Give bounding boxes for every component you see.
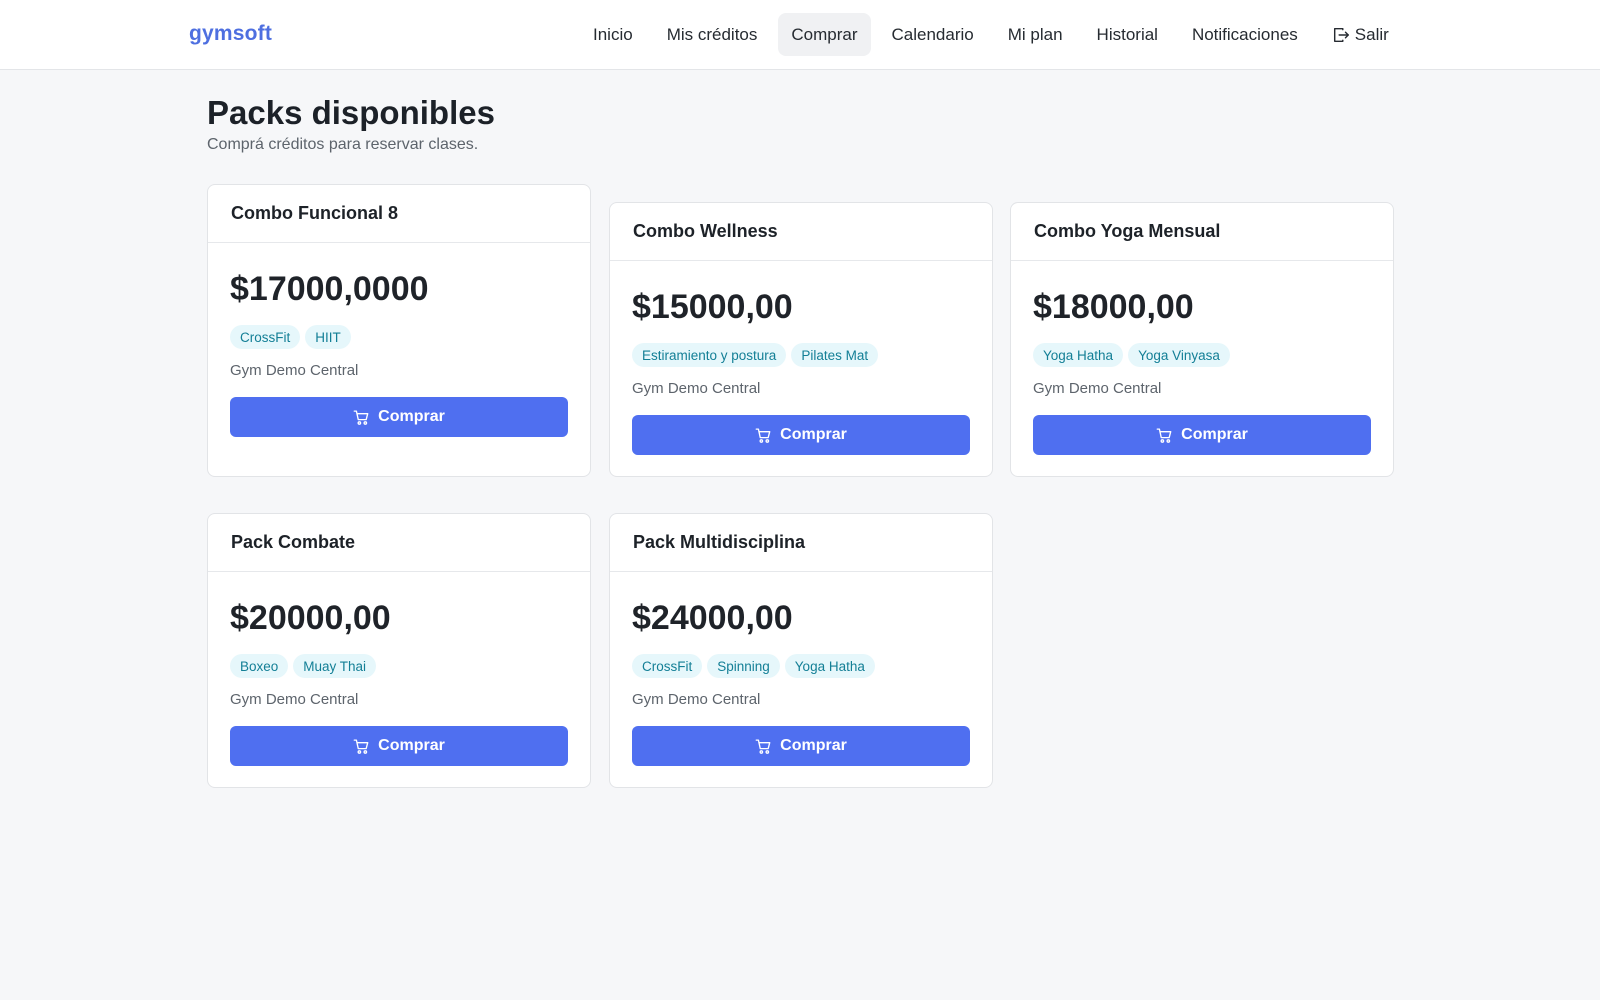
pack-gym: Gym Demo Central (230, 691, 359, 708)
cart-icon (1156, 427, 1172, 443)
brand-logo[interactable]: gymsoft (189, 22, 272, 46)
page-subtitle: Comprá créditos para reservar clases. (207, 136, 479, 153)
pack-tags: CrossFit HIIT (230, 325, 568, 349)
pack-name: Combo Yoga Mensual (1011, 203, 1393, 261)
buy-button[interactable]: Comprar (632, 726, 970, 766)
pack-price: $24000,00 (632, 599, 793, 637)
buy-button[interactable]: Comprar (230, 726, 568, 766)
discipline-tag: Muay Thai (293, 654, 377, 678)
discipline-tag: Pilates Mat (791, 343, 879, 367)
cart-icon (353, 738, 369, 754)
page-title: Packs disponibles (207, 94, 495, 131)
buy-button[interactable]: Comprar (632, 415, 970, 455)
nav-item-notificaciones[interactable]: Notificaciones (1179, 13, 1311, 56)
nav-item-mis-creditos[interactable]: Mis créditos (654, 13, 771, 56)
logout-button[interactable]: Salir (1319, 13, 1402, 56)
cart-icon (755, 738, 771, 754)
discipline-tag: Boxeo (230, 654, 289, 678)
discipline-tag: Spinning (707, 654, 780, 678)
nav-item-mi-plan[interactable]: Mi plan (995, 13, 1076, 56)
buy-button-label: Comprar (780, 737, 847, 754)
cart-icon (353, 409, 369, 425)
discipline-tag: CrossFit (632, 654, 703, 678)
pack-price: $15000,00 (632, 288, 793, 326)
pack-price: $17000,0000 (230, 270, 429, 308)
buy-button-label: Comprar (378, 737, 445, 754)
pack-tags: Yoga Hatha Yoga Vinyasa (1033, 343, 1371, 367)
discipline-tag: Estiramiento y postura (632, 343, 787, 367)
pack-card: Combo Funcional 8 $17000,0000 CrossFit H… (207, 184, 591, 477)
discipline-tag: CrossFit (230, 325, 301, 349)
cart-icon (755, 427, 771, 443)
buy-button-label: Comprar (780, 426, 847, 443)
nav-links: Inicio Mis créditos Comprar Calendario M… (576, 13, 1406, 56)
pack-name: Combo Funcional 8 (208, 185, 590, 243)
nav-item-historial[interactable]: Historial (1084, 13, 1171, 56)
pack-tags: CrossFit Spinning Yoga Hatha (632, 654, 970, 678)
logout-icon (1333, 27, 1349, 42)
pack-gym: Gym Demo Central (632, 380, 761, 397)
buy-button[interactable]: Comprar (230, 397, 568, 437)
discipline-tag: HIIT (305, 325, 351, 349)
top-navbar: gymsoft Inicio Mis créditos Comprar Cale… (0, 0, 1600, 70)
pack-gym: Gym Demo Central (230, 362, 359, 379)
pack-card: Pack Multidisciplina $24000,00 CrossFit … (609, 513, 993, 788)
pack-gym: Gym Demo Central (1033, 380, 1162, 397)
pack-name: Pack Combate (208, 514, 590, 572)
pack-card: Pack Combate $20000,00 Boxeo Muay Thai G… (207, 513, 591, 788)
pack-gym: Gym Demo Central (632, 691, 761, 708)
pack-price: $18000,00 (1033, 288, 1194, 326)
pack-card: Combo Wellness $15000,00 Estiramiento y … (609, 202, 993, 477)
nav-item-comprar[interactable]: Comprar (778, 13, 871, 56)
pack-name: Pack Multidisciplina (610, 514, 992, 572)
pack-tags: Boxeo Muay Thai (230, 654, 568, 678)
nav-item-inicio[interactable]: Inicio (580, 13, 646, 56)
buy-button[interactable]: Comprar (1033, 415, 1371, 455)
discipline-tag: Yoga Vinyasa (1128, 343, 1230, 367)
pack-price: $20000,00 (230, 599, 391, 637)
discipline-tag: Yoga Hatha (1033, 343, 1124, 367)
pack-card: Combo Yoga Mensual $18000,00 Yoga Hatha … (1010, 202, 1394, 477)
pack-name: Combo Wellness (610, 203, 992, 261)
logout-label: Salir (1354, 24, 1389, 44)
pack-tags: Estiramiento y postura Pilates Mat (632, 343, 970, 367)
nav-item-calendario[interactable]: Calendario (879, 13, 987, 56)
discipline-tag: Yoga Hatha (784, 654, 875, 678)
buy-button-label: Comprar (1181, 426, 1248, 443)
buy-button-label: Comprar (378, 408, 445, 425)
